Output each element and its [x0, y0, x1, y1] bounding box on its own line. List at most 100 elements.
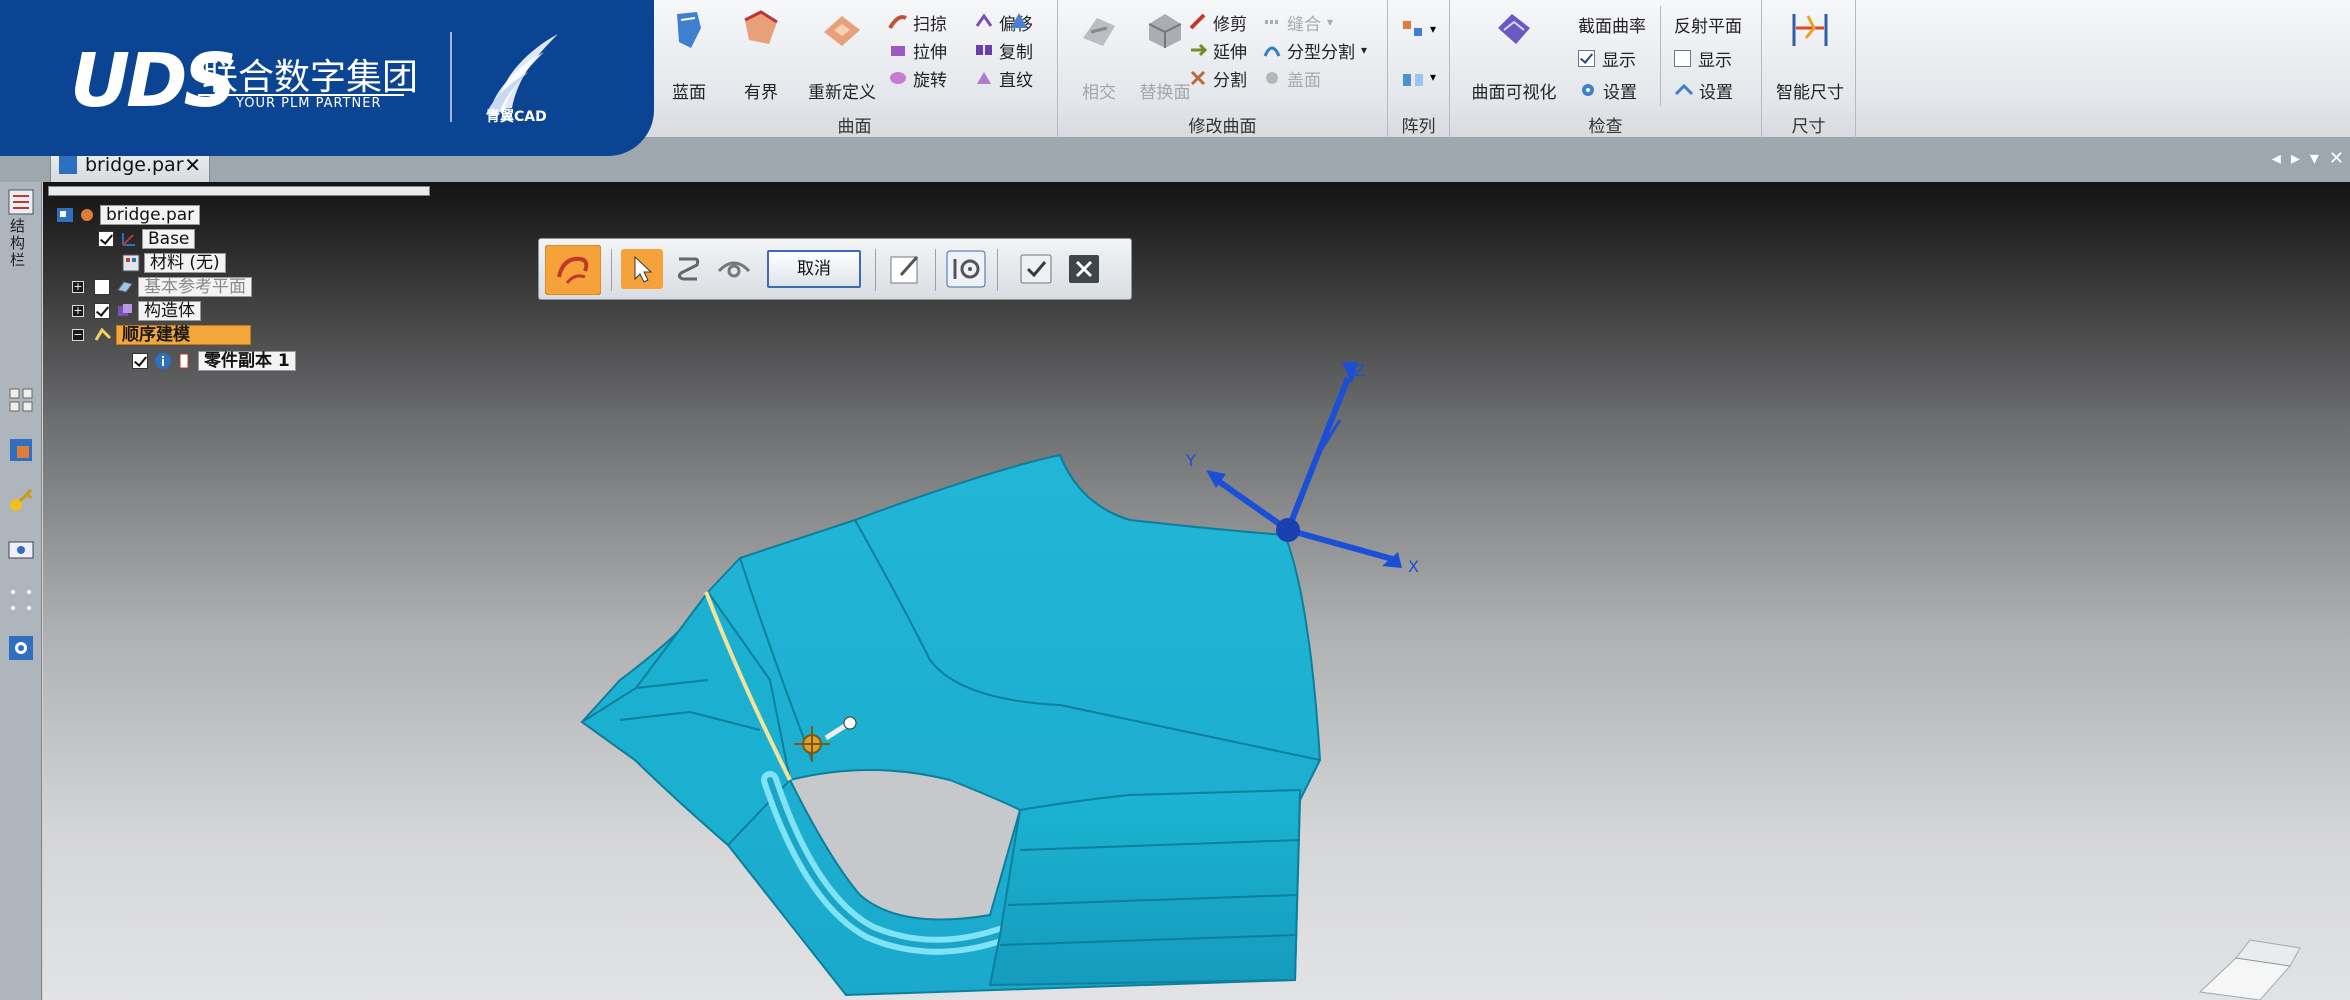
copy-button[interactable]: 复制 [974, 36, 1033, 64]
expand-reference-planes-icon[interactable]: + [72, 281, 84, 293]
revolve-button[interactable]: 旋转 [888, 64, 947, 92]
command-separator [611, 249, 612, 291]
bounded-button[interactable]: 有界 [724, 8, 798, 104]
surface-visualization-button[interactable]: 曲面可视化 [1464, 8, 1564, 104]
reflective-plane-show-toggle[interactable]: 显示 [1674, 44, 1732, 72]
accept-check-icon[interactable] [1015, 249, 1057, 289]
logo-banner: UDS 联合数字集团 YOUR PLM PARTNER 青翼CAD [0, 0, 654, 156]
color-manager-icon[interactable] [7, 436, 35, 464]
section-curvature-settings-button[interactable]: 设置 [1578, 76, 1637, 104]
pattern-icon[interactable] [1400, 18, 1426, 44]
stitch-dropdown-icon[interactable]: ▾ [1327, 15, 1333, 29]
tree-item-part-copy[interactable]: 零件副本 1 [132, 350, 296, 372]
smart-dimension-button[interactable]: 智能尺寸 [1768, 8, 1852, 104]
reflective-settings-icon [1674, 83, 1694, 96]
sync-part-icon [81, 209, 93, 221]
trim-button[interactable]: 修剪 [1188, 8, 1247, 36]
logo-divider [450, 32, 452, 122]
extra-surface-icon[interactable] [1008, 10, 1030, 32]
grid-dots-icon[interactable] [7, 586, 35, 614]
tree-item-base-checkbox[interactable] [98, 231, 114, 247]
split-button[interactable]: 分割 [1188, 64, 1247, 92]
parting-split-button[interactable]: 分型分割 ▾ [1262, 36, 1367, 64]
stitch-button[interactable]: 缝合 ▾ [1262, 8, 1333, 36]
ribbon-group-surfaces: 蓝面 有界 重新定义 扫掠 拉伸 旋转 偏移 复制 直纹 曲面 [652, 0, 1058, 138]
collapse-ordered-modeling-icon[interactable]: − [72, 329, 84, 341]
close-tab-icon[interactable]: ✕ [184, 153, 201, 177]
layers-icon[interactable] [7, 386, 35, 414]
select-tool-icon[interactable] [621, 249, 663, 289]
blue-surface-button[interactable]: 蓝面 [652, 8, 726, 104]
pathfinder-header[interactable] [48, 186, 430, 196]
offset-icon [975, 13, 993, 27]
ruled-button[interactable]: 直纹 [974, 64, 1033, 92]
close-command-icon[interactable] [1063, 249, 1105, 289]
sweep-button[interactable]: 扫掠 [888, 8, 947, 36]
parting-split-dropdown-icon[interactable]: ▾ [1361, 43, 1367, 57]
ruled-label: 直纹 [999, 70, 1033, 91]
reflective-plane-checkbox[interactable] [1674, 49, 1691, 67]
expand-construction-icon[interactable]: + [72, 305, 84, 317]
smart-dimension-icon [1792, 14, 1828, 46]
section-curvature-settings-label: 设置 [1603, 82, 1637, 103]
group-label-dimension: 尺寸 [1791, 117, 1826, 137]
intersect-label: 相交 [1082, 83, 1116, 103]
window-controls: ◂ ▸ ▾ ✕ [2272, 148, 2344, 169]
redefine-surface-command-icon[interactable] [545, 245, 601, 295]
tree-root[interactable]: bridge.par [56, 204, 201, 226]
reflective-plane-settings-button[interactable]: 设置 [1674, 76, 1733, 104]
preview-eye-icon[interactable] [713, 249, 755, 289]
mirror-dropdown-icon[interactable]: ▾ [1430, 70, 1436, 84]
parting-split-label: 分型分割 [1287, 42, 1355, 63]
pattern-dropdown-icon[interactable]: ▾ [1430, 22, 1436, 36]
sweep-label: 扫掠 [913, 14, 947, 35]
mirror-pattern-icon[interactable] [1400, 66, 1426, 92]
redefine-surface-icon [824, 16, 860, 46]
company-name: 联合数字集团 [202, 57, 419, 98]
window-menu-icon[interactable]: ▾ [2310, 148, 2319, 169]
views-icon[interactable] [7, 536, 35, 564]
construction-body-icon [118, 304, 132, 316]
scroll-right-icon[interactable]: ▸ [2291, 148, 2300, 169]
group-label-surfaces: 曲面 [837, 117, 872, 137]
bounded-surface-icon [744, 10, 778, 44]
gear-settings-icon[interactable] [7, 634, 35, 662]
cancel-button[interactable]: 取消 [767, 250, 861, 288]
tree-item-reference-planes-label: 基本参考平面 [138, 277, 252, 297]
curve-select-icon[interactable] [667, 249, 709, 289]
tree-item-part-copy-checkbox[interactable] [132, 353, 148, 369]
tree-item-material[interactable]: 材料 (无) [122, 252, 226, 274]
vertex-mapping-icon[interactable] [945, 249, 987, 289]
graphics-viewport[interactable] [43, 182, 2350, 1000]
tree-item-ordered-modeling[interactable]: − 顺序建模 [72, 324, 251, 346]
extrude-button[interactable]: 拉伸 [888, 36, 947, 64]
extend-button[interactable]: 延伸 [1188, 36, 1247, 64]
tree-item-construction-checkbox[interactable] [94, 303, 110, 319]
cap-button[interactable]: 盖面 [1262, 64, 1321, 92]
section-curvature-show-label: 显示 [1602, 50, 1636, 71]
reflective-plane-title: 反射平面 [1674, 10, 1742, 38]
scroll-left-icon[interactable]: ◂ [2272, 148, 2281, 169]
reflective-plane-show-label: 显示 [1698, 50, 1732, 71]
tree-item-base[interactable]: Base [98, 228, 196, 250]
ordered-modeling-icon [94, 327, 112, 341]
tree-item-reference-planes[interactable]: + 基本参考平面 [72, 276, 252, 298]
tree-item-reference-planes-checkbox[interactable] [94, 279, 110, 295]
pathfinder-icon[interactable] [7, 188, 35, 216]
info-icon [155, 353, 171, 369]
key-icon[interactable] [7, 486, 35, 514]
close-window-icon[interactable]: ✕ [2329, 148, 2344, 169]
tree-item-construction[interactable]: + 构造体 [72, 300, 201, 322]
revolve-label: 旋转 [913, 70, 947, 91]
smart-dimension-label: 智能尺寸 [1776, 83, 1844, 103]
section-curvature-checkbox[interactable] [1578, 49, 1595, 67]
split-label: 分割 [1213, 70, 1247, 91]
document-tab-title: bridge.par [85, 153, 184, 176]
tree-item-base-label: Base [142, 229, 196, 249]
section-curvature-show-toggle[interactable]: 显示 [1578, 44, 1636, 72]
trim-label: 修剪 [1213, 14, 1247, 35]
surface-visualization-icon [1498, 14, 1530, 44]
intersect-button[interactable]: 相交 [1062, 8, 1136, 104]
redefine-button[interactable]: 重新定义 [800, 8, 884, 104]
edit-sketch-icon[interactable] [885, 249, 927, 289]
